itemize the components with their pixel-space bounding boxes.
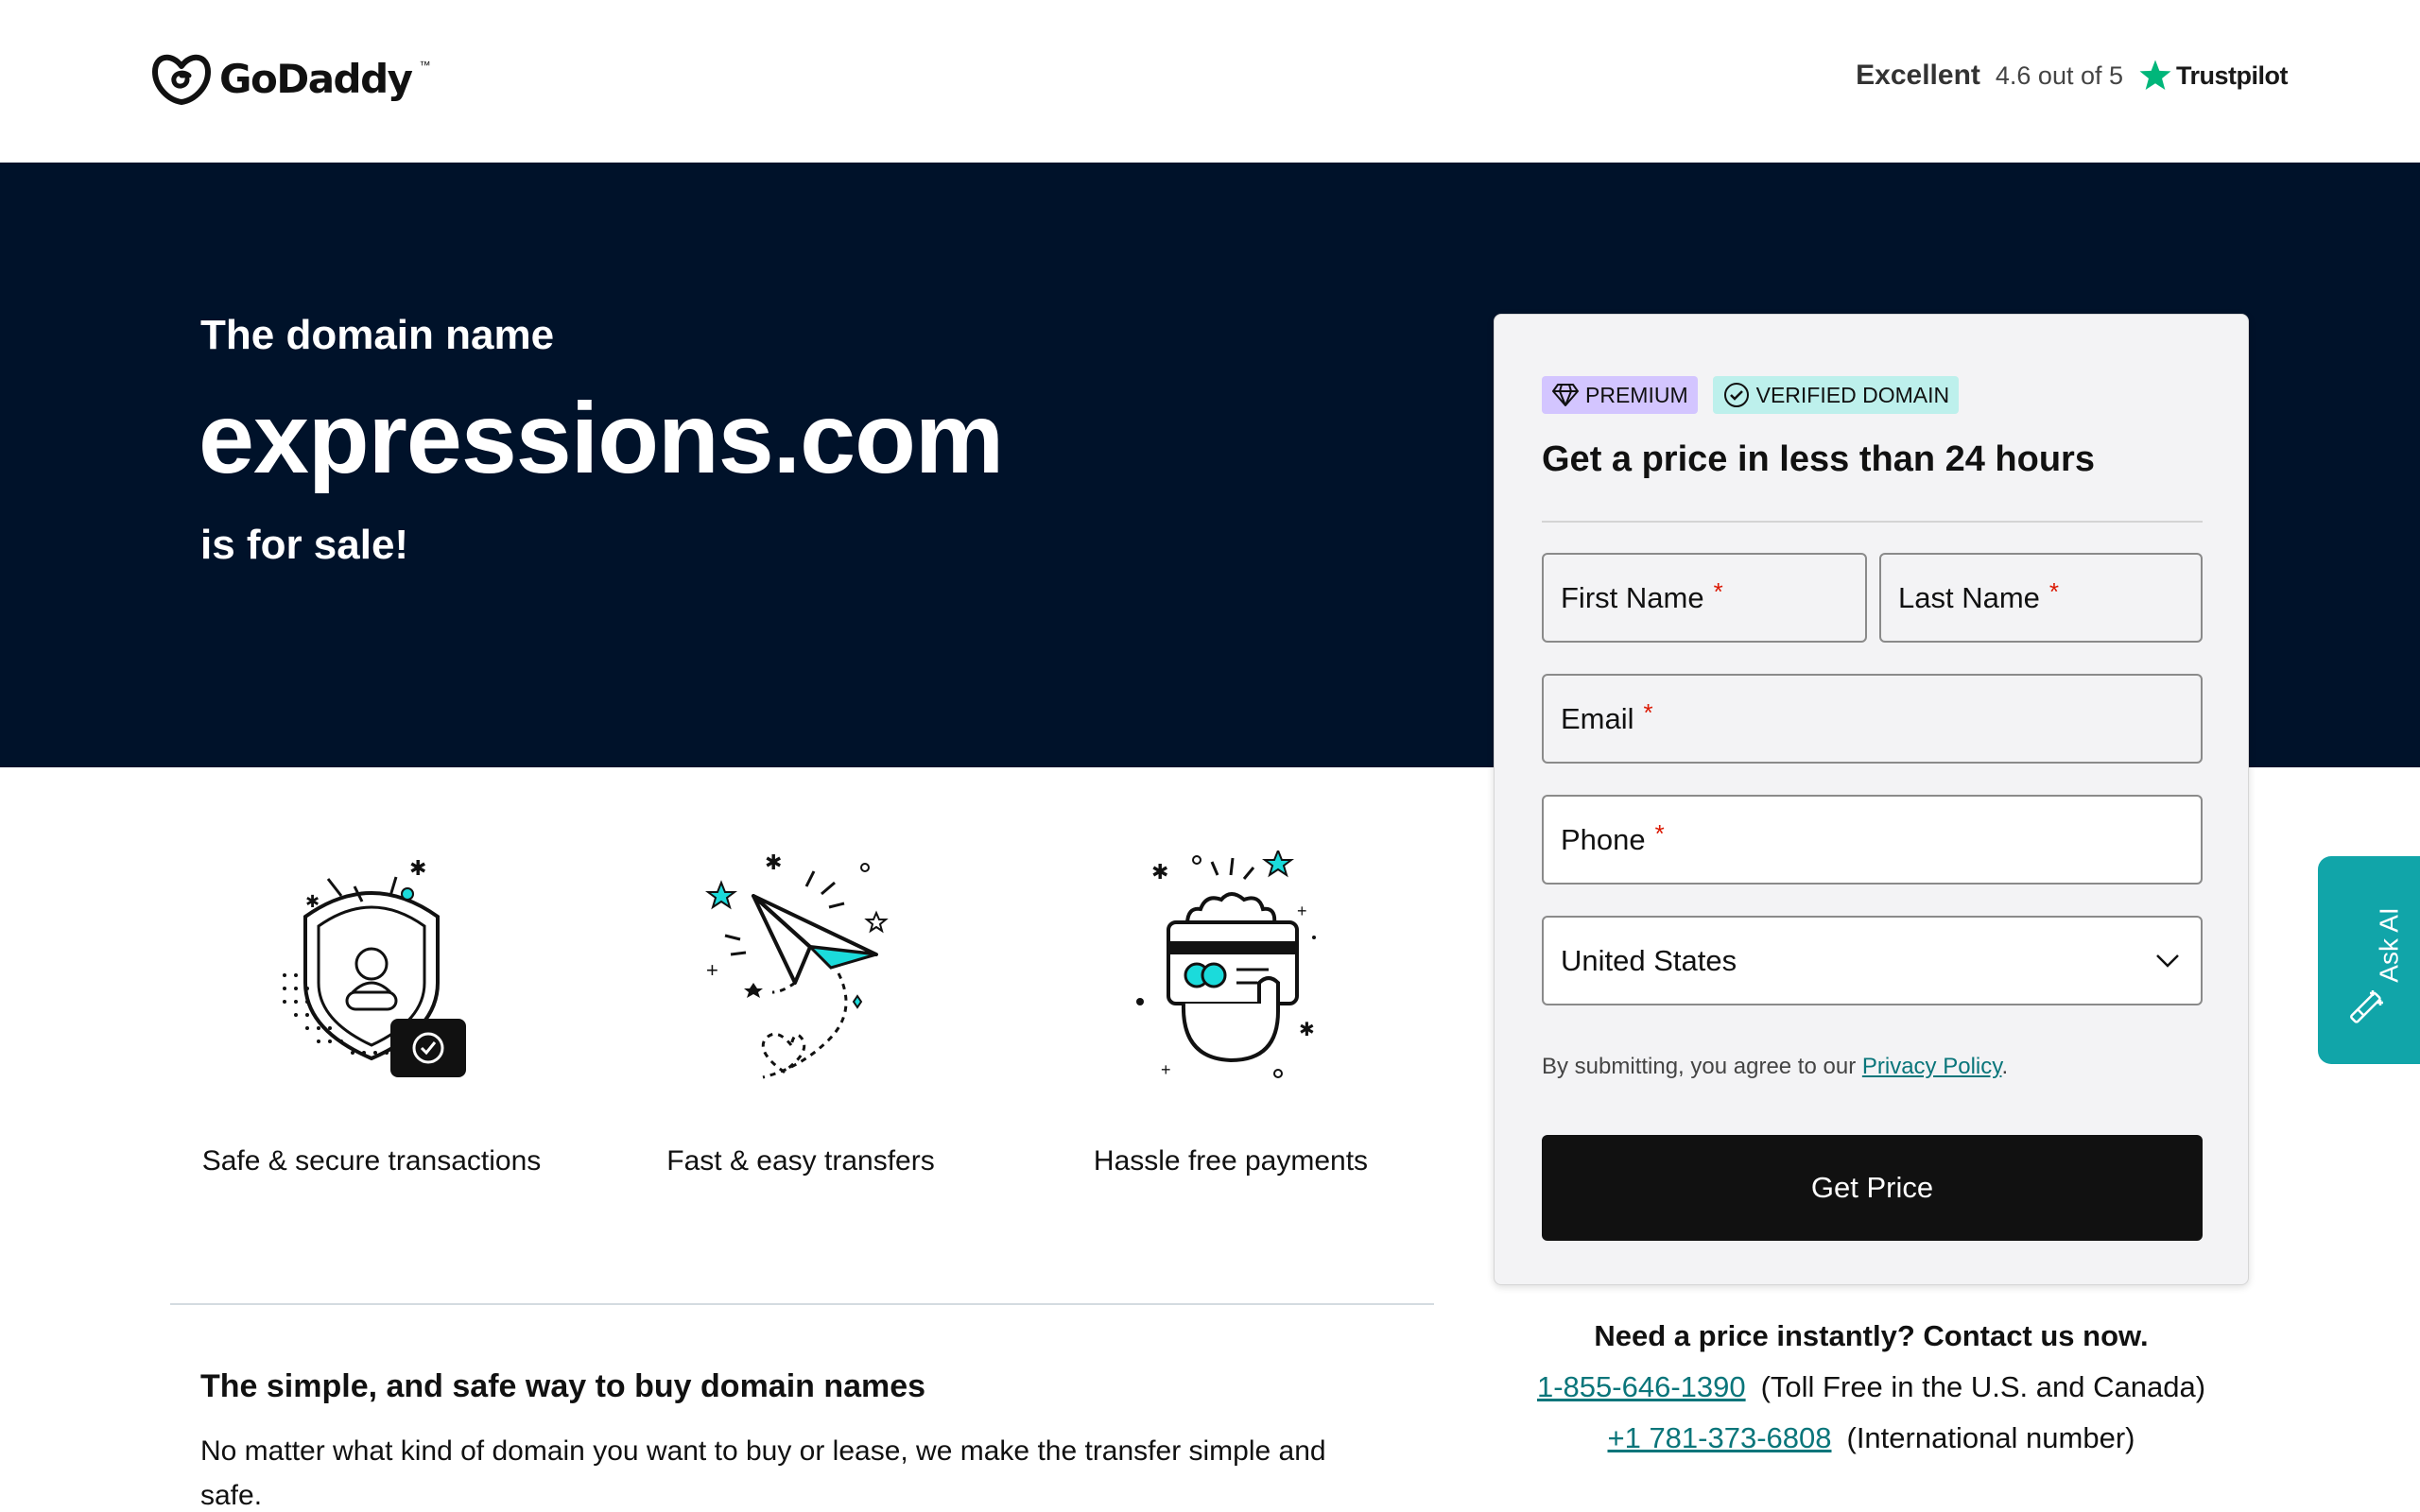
chevron-down-icon (2156, 954, 2179, 968)
svg-text:+: + (706, 958, 718, 982)
section-divider (170, 1303, 1434, 1305)
logo-text: GoDaddy (219, 55, 413, 102)
feature-secure: ✱ ✱ Safe & secure transactions (168, 850, 575, 1177)
svg-text:✱: ✱ (1151, 860, 1168, 884)
about-title: The simple, and safe way to buy domain n… (200, 1368, 926, 1404)
international-note: (International number) (1846, 1421, 2135, 1454)
godaddy-logo-icon (152, 55, 211, 105)
svg-text:✱: ✱ (409, 856, 426, 880)
trustpilot-rating[interactable]: Excellent 4.6 out of 5 Trustpilot (1856, 59, 2288, 93)
feature-label: Fast & easy transfers (666, 1145, 935, 1177)
ask-ai-label: Ask AI (2374, 907, 2404, 983)
tollfree-phone-link[interactable]: 1-855-646-1390 (1537, 1370, 1746, 1403)
svg-text:✱: ✱ (1299, 1020, 1315, 1040)
phone-field[interactable]: Phone * (1542, 795, 2203, 885)
required-mark: * (1713, 577, 1723, 606)
shield-icon: ✱ ✱ (283, 856, 466, 1077)
paper-plane-icon: ✱ + (705, 850, 889, 1079)
card-hand-icon: ✱ + ✱ + (1136, 850, 1316, 1079)
site-header: GoDaddy ™ Excellent 4.6 out of 5 Trustpil… (0, 0, 2420, 163)
international-phone-link[interactable]: +1 781-373-6808 (1607, 1421, 1831, 1454)
feature-label: Hassle free payments (1093, 1145, 1369, 1177)
about-text: No matter what kind of domain you want t… (200, 1435, 1326, 1511)
svg-text:+: + (1161, 1060, 1171, 1079)
agree-text: By submitting, you agree to our (1542, 1054, 1857, 1079)
country-select[interactable]: United States (1542, 916, 2203, 1005)
verified-badge: VERIFIED DOMAIN (1712, 376, 1960, 414)
diamond-icon (1552, 384, 1579, 406)
tollfree-note: (Toll Free in the U.S. and Canada) (1760, 1370, 2206, 1403)
badge-group: PREMIUM VERIFIED DOMAIN (1542, 376, 1960, 414)
domain-name: expressions.com (199, 383, 1004, 494)
first-name-field[interactable]: First Name * (1542, 553, 1867, 643)
feature-transfer: ✱ + Fast & easy transfers (597, 850, 1004, 1177)
required-mark: * (1654, 819, 1665, 848)
trustpilot-brand: Trustpilot (2138, 59, 2289, 93)
ask-ai-button[interactable]: Ask AI (2318, 856, 2420, 1064)
required-mark: * (1643, 698, 1653, 727)
rating-score: 4.6 out of 5 (1995, 60, 2123, 90)
svg-text:✱: ✱ (765, 850, 782, 874)
svg-text:+: + (1297, 902, 1307, 920)
godaddy-logo[interactable]: GoDaddy ™ (151, 51, 431, 106)
agree-suffix: . (2001, 1054, 2009, 1079)
premium-badge-label: PREMIUM (1585, 382, 1688, 407)
rating-label: Excellent (1856, 60, 1980, 91)
last-name-field[interactable]: Last Name * (1879, 553, 2203, 643)
svg-text:✱: ✱ (305, 892, 320, 911)
privacy-notice: By submitting, you agree to our Privacy … (1542, 1054, 2008, 1080)
email-label: Email (1561, 701, 1634, 735)
trustpilot-name: Trustpilot (2176, 60, 2289, 90)
verified-check-icon (1723, 383, 1749, 407)
form-title: Get a price in less than 24 hours (1542, 439, 2095, 479)
form-divider (1542, 521, 2203, 523)
country-value: United States (1561, 943, 1737, 977)
trademark: ™ (419, 59, 431, 72)
hero-pretitle: The domain name (200, 312, 555, 358)
price-form-card: PREMIUM VERIFIED DOMAIN Get a price in l… (1494, 314, 2249, 1285)
feature-label: Safe & secure transactions (201, 1145, 542, 1177)
contact-title: Need a price instantly? Contact us now. (1594, 1319, 2149, 1352)
required-mark: * (2048, 577, 2060, 606)
hero-subtitle: is for sale! (200, 522, 409, 568)
phone-label: Phone (1561, 822, 1646, 856)
last-name-label: Last Name (1898, 580, 2040, 614)
privacy-policy-link[interactable]: Privacy Policy (1862, 1054, 2002, 1079)
contact-phone-tollfree: 1-855-646-1390 (Toll Free in the U.S. and… (1494, 1370, 2249, 1404)
verified-badge-label: VERIFIED DOMAIN (1755, 382, 1950, 407)
magic-wand-icon (2350, 990, 2383, 1023)
premium-badge: PREMIUM (1542, 376, 1698, 414)
first-name-label: First Name (1561, 580, 1704, 614)
email-field[interactable]: Email * (1542, 674, 2203, 764)
feature-payments: ✱ + ✱ + Hassle free payments (1028, 850, 1434, 1177)
get-price-button[interactable]: Get Price (1542, 1135, 2203, 1241)
contact-phone-international: +1 781-373-6808 (International number) (1494, 1421, 2249, 1455)
trustpilot-star-icon (2139, 60, 2171, 90)
